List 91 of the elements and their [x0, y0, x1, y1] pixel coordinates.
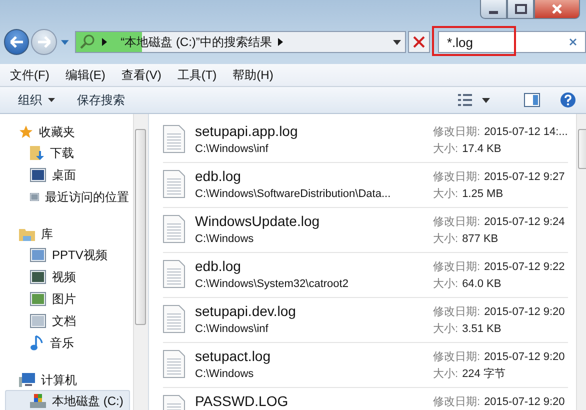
back-arrow-icon: [10, 36, 24, 48]
date-value: 2015-07-12 9:20: [484, 395, 565, 410]
size-label: 大小:: [433, 232, 458, 247]
music-note-icon: [30, 335, 44, 351]
menu-item[interactable]: 帮助(H): [232, 66, 274, 84]
forward-arrow-icon: [37, 36, 52, 48]
sidebar-group[interactable]: 库: [5, 224, 133, 244]
folder-icon: [19, 228, 35, 240]
maximize-button[interactable]: [507, 0, 534, 19]
date-label: 修改日期:: [433, 215, 480, 230]
file-name[interactable]: edb.log: [195, 167, 423, 186]
stop-icon: [413, 36, 426, 48]
date-value: 2015-07-12 9:20: [484, 350, 565, 365]
sidebar-item[interactable]: 桌面: [5, 164, 130, 186]
size-value: 3.51 KB: [462, 322, 502, 337]
date-label: 修改日期:: [433, 305, 480, 320]
date-value: 2015-07-12 9:20: [484, 305, 565, 320]
drive-icon: [30, 394, 46, 408]
scrollbar[interactable]: [576, 114, 586, 410]
size-label: 大小:: [433, 142, 458, 157]
computer-icon: [19, 373, 35, 387]
menu-item[interactable]: 文件(F): [10, 66, 50, 84]
help-icon[interactable]: [560, 92, 576, 108]
size-value: 1.25 MB: [462, 187, 504, 202]
clear-icon[interactable]: [568, 38, 577, 46]
date-label: 修改日期:: [433, 170, 480, 185]
date-value: 2015-07-12 9:24: [484, 215, 565, 230]
sidebar-item[interactable]: 音乐: [5, 332, 130, 354]
monitor-icon: [30, 168, 46, 182]
picture-icon: [30, 292, 46, 306]
date-value: 2015-07-12 9:22: [484, 260, 565, 275]
search-icon: [80, 34, 96, 50]
minimize-button[interactable]: [480, 0, 507, 19]
breadcrumb-arrow-icon[interactable]: [278, 38, 283, 46]
menu-item[interactable]: 工具(T): [177, 66, 217, 84]
size-label: 大小:: [433, 322, 458, 337]
date-value: 2015-07-12 9:27: [484, 170, 565, 185]
file-path: C:\Windows\inf: [195, 142, 268, 157]
size-value: 224 字节: [462, 366, 506, 382]
film-icon: [30, 270, 46, 284]
sidebar-item[interactable]: 最近访问的位置: [5, 186, 130, 208]
preview-pane-icon[interactable]: [524, 93, 540, 107]
file-name[interactable]: setupapi.dev.log: [195, 302, 423, 321]
size-label: 大小:: [433, 277, 458, 292]
folder-icon: [30, 145, 44, 161]
sidebar-group[interactable]: 收藏夹: [5, 122, 133, 142]
close-icon: [551, 4, 563, 14]
organize-button[interactable]: 组织: [12, 90, 61, 110]
star-icon: [19, 125, 33, 139]
date-label: 修改日期:: [433, 260, 480, 275]
close-button[interactable]: [534, 0, 580, 19]
size-label: 大小:: [433, 187, 458, 202]
date-label: 修改日期:: [433, 125, 480, 140]
size-value: 17.4 KB: [462, 142, 502, 157]
menu-item[interactable]: 编辑(E): [65, 66, 106, 84]
size-value: 64.0 KB: [462, 277, 502, 292]
monitor-icon: [30, 248, 46, 262]
sidebar-item[interactable]: 图片: [5, 288, 130, 310]
sidebar-item[interactable]: 文档: [5, 310, 130, 332]
sidebar-item[interactable]: 下载: [5, 142, 130, 164]
stop-button[interactable]: [408, 31, 430, 53]
back-button[interactable]: [4, 29, 30, 55]
monitor-icon: [30, 190, 39, 204]
size-value: 877 KB: [462, 232, 498, 247]
file-name[interactable]: setupact.log: [195, 347, 423, 366]
dropdown-arrow-icon[interactable]: [393, 40, 402, 44]
date-label: 修改日期:: [433, 350, 480, 365]
dropdown-arrow-icon: [48, 98, 55, 102]
file-path: C:\Windows: [195, 232, 254, 247]
scrollbar[interactable]: [133, 114, 148, 410]
breadcrumb-arrow-icon[interactable]: [102, 38, 107, 46]
file-name[interactable]: edb.log: [195, 257, 423, 276]
sidebar-item[interactable]: 本地磁盘 (C:): [5, 390, 130, 410]
file-path: C:\Windows\System32\catroot2: [195, 277, 348, 292]
dropdown-arrow-icon[interactable]: [482, 98, 490, 102]
file-name[interactable]: WindowsUpdate.log: [195, 212, 423, 231]
file-path: C:\Windows\SoftwareDistribution\Data...: [195, 187, 391, 202]
search-field[interactable]: *.log: [438, 31, 586, 53]
file-path: C:\Windows: [195, 367, 254, 382]
file-name[interactable]: PASSWD.LOG: [195, 392, 423, 410]
file-path: C:\Windows\inf: [195, 322, 268, 337]
size-label: 大小:: [433, 367, 458, 382]
date-label: 修改日期:: [433, 395, 480, 410]
menu-item[interactable]: 查看(V): [121, 66, 162, 84]
file-name[interactable]: setupapi.app.log: [195, 122, 423, 141]
sidebar-item[interactable]: 视频: [5, 266, 130, 288]
view-list-icon[interactable]: [458, 94, 472, 106]
sidebar-item[interactable]: PPTV视频: [5, 244, 130, 266]
date-value: 2015-07-12 14:...: [484, 125, 568, 140]
sidebar-group[interactable]: 计算机: [5, 370, 133, 390]
save-search-button[interactable]: 保存搜索: [71, 90, 131, 110]
